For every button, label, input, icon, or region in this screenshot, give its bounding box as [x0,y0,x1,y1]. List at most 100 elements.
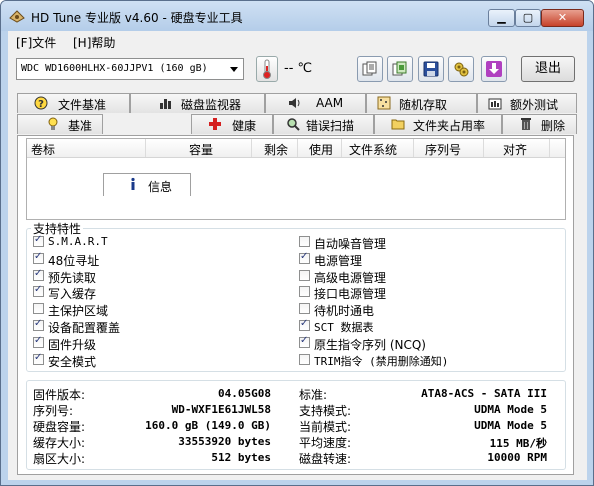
tab-label: 文件夹占用率 [413,119,486,133]
info-panel: 卷标 容量 剩余 使用 文件系统 序列号 对齐 支持特性 ✓ S.M.A.R.T… [17,135,574,475]
column-header[interactable]: 容量 [189,141,213,158]
exit-button[interactable]: 退出 [521,56,575,82]
feature-checkbox[interactable] [299,318,310,331]
tab-disk-monitor[interactable]: 磁盘监视器 [130,93,265,113]
info-key: 磁盘转速: [299,452,352,466]
info-row: 缓存大小: 33553920 bytes [33,434,271,450]
tab-random-access[interactable]: 随机存取 [366,93,477,113]
maximize-button[interactable]: ▢ [515,9,541,27]
info-value: 33553920 bytes [178,435,271,448]
info-key: 标准: [299,388,328,402]
info-value: 512 bytes [211,451,271,464]
tab-health[interactable]: 健康 [191,114,273,134]
column-header[interactable]: 剩余 [264,141,288,158]
feature-checkbox[interactable] [299,269,310,281]
column-header[interactable]: 对齐 [503,141,527,158]
window-title: HD Tune 专业版 v4.60 - 硬盘专业工具 [31,11,243,25]
tab-label: 错误扫描 [306,119,355,133]
info-value: UDMA Mode 5 [474,403,547,416]
feature-checkbox[interactable] [299,286,310,298]
drive-select[interactable]: WDC WD1600HLHX-60JJPV1 (160 gB) [16,58,244,80]
feature-checkbox[interactable] [299,335,310,348]
tab-info[interactable]: 信息 [103,173,191,196]
feature-checkbox[interactable] [33,251,44,264]
info-key: 硬盘容量: [33,420,86,434]
extra-tests-icon [488,98,502,110]
column-header[interactable]: 文件系统 [349,141,397,158]
download-icon [486,61,502,77]
feature-label: 主保护区域 [48,304,109,319]
options-button[interactable] [448,56,474,82]
info-value: 10000 RPM [487,451,547,464]
feature-checkbox[interactable] [33,335,44,348]
minimize-button[interactable]: ▁ [488,9,515,27]
download-button[interactable] [481,56,507,82]
feature-label: 待机时通电 [314,304,375,319]
feature-checkbox[interactable] [33,318,44,331]
tab-file-benchmark[interactable]: ? 文件基准 [17,93,130,113]
close-button[interactable]: ✕ [541,9,584,27]
thermometer-icon [256,56,278,82]
info-row: 标准: ATA8-ACS - SATA III [299,386,547,402]
info-key: 缓存大小: [33,436,86,450]
tab-label: 删除 [541,119,566,133]
benchmark-icon [48,117,58,130]
tab-label: 磁盘监视器 [181,98,242,112]
feature-checkbox[interactable] [299,236,310,247]
tab-label: 健康 [232,119,257,133]
tab-label: 基准 [68,119,93,133]
app-window: HD Tune 专业版 v4.60 - 硬盘专业工具 ▁ ▢ ✕ [F]文件 [… [0,0,594,486]
feature-checkbox[interactable] [33,352,44,365]
feature-label: 自动噪音管理 [314,237,387,251]
feature-checkbox[interactable] [299,353,310,365]
feature-checkbox[interactable] [299,251,310,264]
drive-select-value: WDC WD1600HLHX-60JJPV1 (160 gB) [21,63,208,74]
column-header[interactable]: 序列号 [425,141,461,158]
tab-aam[interactable]: AAM [265,93,366,113]
feature-checkbox[interactable] [33,268,44,281]
feature-checkbox[interactable] [299,303,310,315]
tab-folder-usage[interactable]: 文件夹占用率 [374,114,502,134]
info-key: 支持模式: [299,404,352,418]
menu-help[interactable]: [H]帮助 [73,34,115,51]
feature-label: 安全模式 [48,354,97,369]
column-header[interactable]: 使用 [309,141,333,158]
feature-label: 电源管理 [314,253,363,268]
info-value: 160.0 gB (149.0 GB) [145,419,271,432]
info-value: WD-WXF1E61JWL58 [171,403,271,416]
feature-label: 写入缓存 [48,287,97,302]
feature-checkbox[interactable] [33,303,44,315]
copy-info-button[interactable] [357,56,383,82]
feature-label: 原生指令序列 (NCQ) [314,337,426,352]
feature-checkbox[interactable] [33,234,44,247]
copy-screen-button[interactable] [387,56,413,82]
info-icon [131,177,135,190]
tab-error-scan[interactable]: 错误扫描 [273,114,374,134]
tab-label: 文件基准 [58,98,107,112]
save-button[interactable] [418,56,444,82]
tab-benchmark[interactable]: 基准 [17,114,103,134]
file-benchmark-icon: ? [34,96,48,110]
info-value: ATA8-ACS - SATA III [421,387,547,400]
client-area: [F]文件 [H]帮助 WDC WD1600HLHX-60JJPV1 (160 … [8,31,587,480]
tab-erase[interactable]: 删除 [502,114,577,134]
feature-label: S.M.A.R.T [48,235,108,248]
copy-info-icon [362,61,377,76]
tab-extra-tests[interactable]: 额外测试 [477,93,577,113]
info-row: 扇区大小: 512 bytes [33,450,271,466]
info-row: 序列号: WD-WXF1E61JWL58 [33,402,271,418]
speaker-icon [289,98,300,108]
feature-label: 固件升级 [48,337,97,352]
menu-file[interactable]: [F]文件 [16,34,56,51]
info-row: 磁盘转速: 10000 RPM [299,450,547,466]
info-key: 扇区大小: [33,452,86,466]
info-key: 固件版本: [33,388,86,402]
health-icon [209,118,221,130]
title-bar[interactable]: HD Tune 专业版 v4.60 - 硬盘专业工具 ▁ ▢ ✕ [1,1,593,31]
column-header[interactable]: 卷标 [31,141,55,158]
feature-checkbox[interactable] [33,284,44,298]
tab-label: 信息 [148,180,173,194]
random-access-icon [377,96,391,110]
svg-text:?: ? [38,99,44,110]
close-icon: ✕ [557,11,568,24]
